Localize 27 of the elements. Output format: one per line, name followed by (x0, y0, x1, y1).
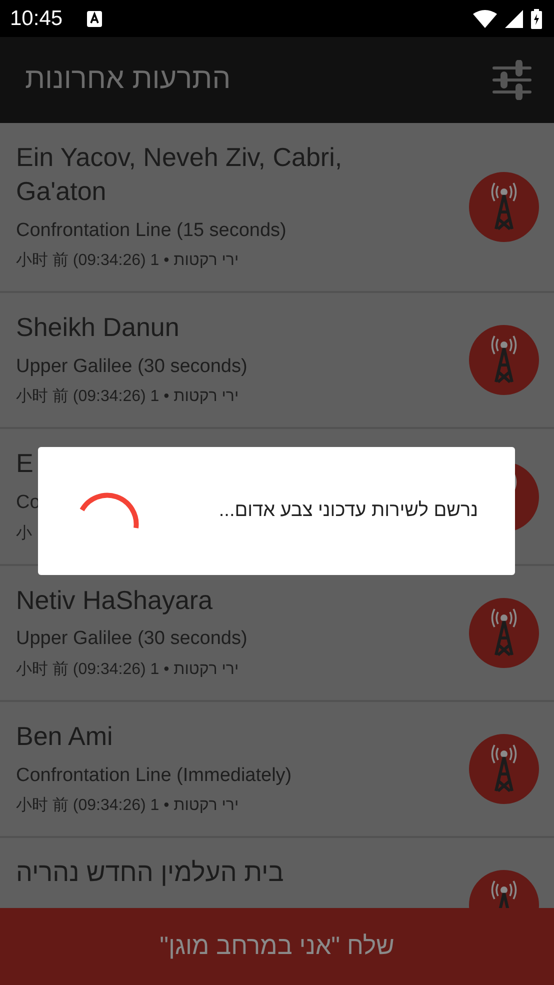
settings-sliders-icon[interactable] (492, 60, 532, 100)
status-time: 10:45 (10, 6, 63, 32)
signal-icon (505, 10, 523, 28)
notification-icon (86, 10, 102, 26)
alert-title: Ben Ami (16, 720, 114, 753)
alert-title: E (16, 447, 34, 480)
alert-time: 小时 前 (09:34:26) 1 • ירי רקטות (16, 660, 240, 680)
battery-icon (531, 8, 542, 28)
dialog-message: נרשם לשירות עדכוני צבע אדום... (218, 498, 478, 523)
wifi-icon (473, 10, 497, 28)
alert-area: Confrontation Line (Immediately) (16, 762, 406, 790)
app-title: התרעות אחרונות (25, 62, 231, 98)
alert-time: 小时 前 (09:34:26) 1 • ירי רקטות (16, 796, 240, 816)
alert-title: בית העלמין החדש נהריה (16, 856, 285, 890)
radio-tower-icon (469, 734, 539, 804)
alert-time: 小时 前 (09:34:26) 1 • ירי רקטות (16, 386, 240, 408)
alert-area: Upper Galilee (30 seconds) (16, 352, 406, 382)
alert-title: Ein Yacov, Neveh Ziv, Cabri, Ga'aton (16, 141, 344, 208)
alert-title: Netiv HaShayara (16, 584, 214, 617)
radio-tower-icon (469, 325, 539, 396)
alert-area: Upper Galilee (30 seconds) (16, 625, 406, 654)
radio-tower-icon (469, 598, 539, 668)
alert-time: 小 (16, 524, 33, 544)
alert-area: Confrontation Line (15 seconds) (16, 216, 406, 246)
alert-title: Sheikh Danun (16, 311, 180, 344)
radio-tower-icon (469, 172, 539, 242)
alert-time: 小时 前 (09:34:26) 1 • ירי רקטות (16, 250, 240, 272)
